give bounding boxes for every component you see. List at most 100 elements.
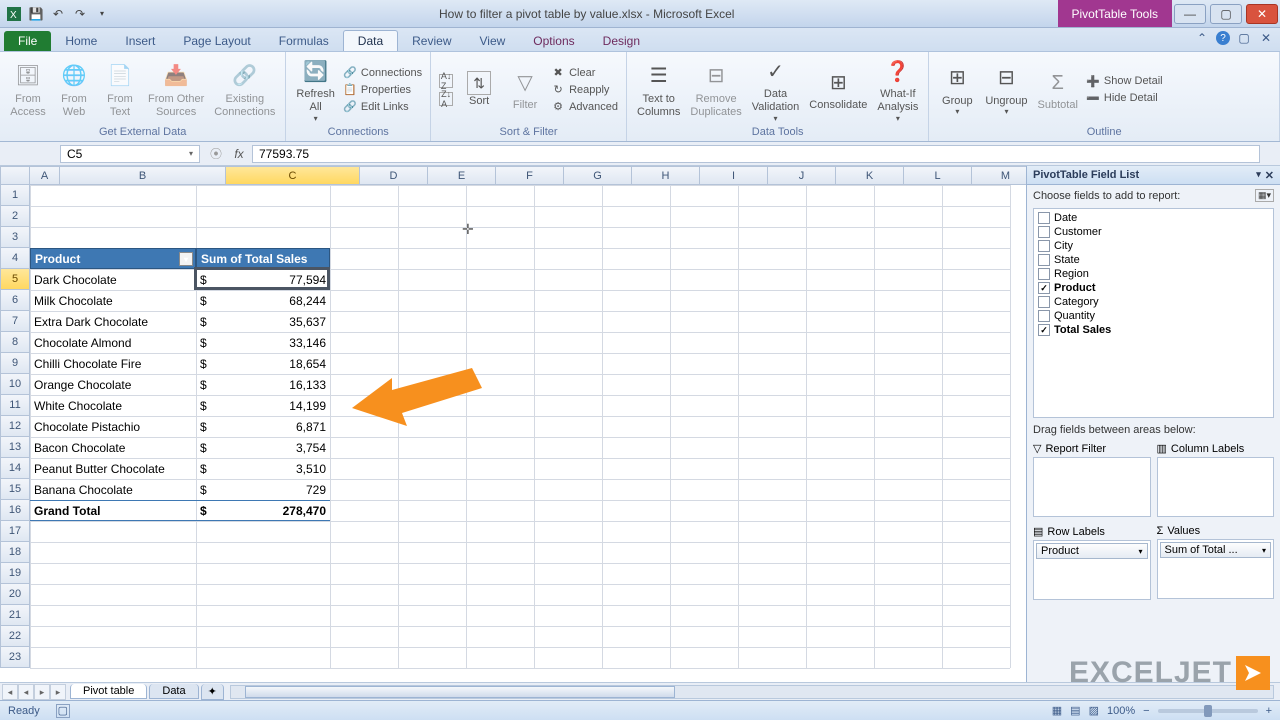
save-icon[interactable]: 💾: [26, 4, 46, 24]
tab-design[interactable]: Design: [589, 31, 654, 51]
clear-button[interactable]: ✖Clear: [549, 65, 620, 81]
maximize-button[interactable]: ▢: [1210, 4, 1242, 24]
field-item[interactable]: Date: [1036, 211, 1271, 225]
column-header[interactable]: A: [30, 166, 60, 185]
cell[interactable]: Chilli Chocolate Fire: [30, 353, 196, 374]
cell[interactable]: Peanut Butter Chocolate: [30, 458, 196, 479]
undo-icon[interactable]: ↶: [48, 4, 68, 24]
sheet-tab-data[interactable]: Data: [149, 684, 198, 699]
column-header[interactable]: H: [632, 166, 700, 185]
connections-button[interactable]: 🔗Connections: [341, 65, 424, 81]
minimize-ribbon-icon[interactable]: ⌃: [1194, 30, 1210, 46]
data-validation-button[interactable]: ✓Data Validation▾: [748, 54, 804, 124]
values-pill[interactable]: Sum of Total ...▾: [1160, 542, 1272, 558]
column-header[interactable]: G: [564, 166, 632, 185]
tab-home[interactable]: Home: [51, 31, 111, 51]
field-item[interactable]: State: [1036, 253, 1271, 267]
cell[interactable]: Orange Chocolate: [30, 374, 196, 395]
redo-icon[interactable]: ↷: [70, 4, 90, 24]
row-header[interactable]: 18: [0, 542, 30, 563]
cell[interactable]: 14,199: [196, 395, 330, 416]
checkbox-icon[interactable]: ✓: [1038, 324, 1050, 336]
row-header[interactable]: 8: [0, 332, 30, 353]
tab-nav[interactable]: ◂◂▸▸: [0, 684, 68, 700]
macro-record-icon[interactable]: ▢: [56, 704, 70, 718]
tab-options[interactable]: Options: [519, 31, 588, 51]
cell[interactable]: Banana Chocolate: [30, 479, 196, 500]
text-to-columns-button[interactable]: ☰Text to Columns: [633, 59, 684, 120]
row-header[interactable]: 17: [0, 521, 30, 542]
from-text-button[interactable]: 📄From Text: [98, 59, 142, 120]
cell[interactable]: 35,637: [196, 311, 330, 332]
close-workbook-icon[interactable]: ✕: [1258, 30, 1274, 46]
qat-more-icon[interactable]: ▾: [92, 4, 112, 24]
from-other-button[interactable]: 📥From Other Sources: [144, 59, 208, 120]
cell[interactable]: 77,594: [196, 269, 330, 290]
cell[interactable]: Product▾: [30, 248, 196, 269]
field-item[interactable]: ✓Total Sales: [1036, 323, 1271, 337]
sort-za-button[interactable]: Z↓A: [437, 91, 455, 107]
tab-page-layout[interactable]: Page Layout: [169, 31, 264, 51]
column-dropzone[interactable]: [1157, 457, 1275, 517]
tab-view[interactable]: View: [466, 31, 520, 51]
ungroup-button[interactable]: ⊟Ungroup▾: [981, 61, 1031, 119]
row-header[interactable]: 15: [0, 479, 30, 500]
field-item[interactable]: Category: [1036, 295, 1271, 309]
field-list-box[interactable]: DateCustomerCityStateRegion✓ProductCateg…: [1033, 208, 1274, 418]
reapply-button[interactable]: ↻Reapply: [549, 82, 620, 98]
row-header[interactable]: 22: [0, 626, 30, 647]
column-header[interactable]: B: [60, 166, 226, 185]
remove-duplicates-button[interactable]: ⊟Remove Duplicates: [686, 59, 745, 120]
zoom-in-icon[interactable]: +: [1266, 705, 1272, 717]
horizontal-scrollbar[interactable]: [230, 685, 1274, 699]
field-item[interactable]: ✓Product: [1036, 281, 1271, 295]
column-header[interactable]: C: [226, 166, 360, 185]
checkbox-icon[interactable]: ✓: [1038, 282, 1050, 294]
field-item[interactable]: Customer: [1036, 225, 1271, 239]
row-header[interactable]: 9: [0, 353, 30, 374]
cell[interactable]: White Chocolate: [30, 395, 196, 416]
view-pagebreak-icon[interactable]: ▨: [1089, 704, 1099, 717]
column-header[interactable]: D: [360, 166, 428, 185]
restore-workbook-icon[interactable]: ▢: [1236, 30, 1252, 46]
cell[interactable]: Bacon Chocolate: [30, 437, 196, 458]
tab-review[interactable]: Review: [398, 31, 465, 51]
row-header[interactable]: 7: [0, 311, 30, 332]
filter-button[interactable]: ▽Filter: [503, 65, 547, 114]
layout-options-icon[interactable]: ▦▾: [1255, 189, 1274, 202]
row-header[interactable]: 5: [0, 269, 30, 290]
zoom-slider[interactable]: [1158, 709, 1258, 713]
checkbox-icon[interactable]: [1038, 310, 1050, 322]
properties-button[interactable]: 📋Properties: [341, 82, 424, 98]
filter-dropzone[interactable]: [1033, 457, 1151, 517]
column-header[interactable]: M: [972, 166, 1026, 185]
name-box[interactable]: C5▾: [60, 145, 200, 163]
cell[interactable]: 33,146: [196, 332, 330, 353]
row-header[interactable]: 10: [0, 374, 30, 395]
cell[interactable]: 6,871: [196, 416, 330, 437]
row-header[interactable]: 2: [0, 206, 30, 227]
field-item[interactable]: Quantity: [1036, 309, 1271, 323]
row-pill[interactable]: Product▾: [1036, 543, 1148, 559]
help-icon[interactable]: ?: [1216, 31, 1230, 45]
cell[interactable]: Chocolate Pistachio: [30, 416, 196, 437]
from-web-button[interactable]: 🌐From Web: [52, 59, 96, 120]
zoom-out-icon[interactable]: −: [1143, 705, 1149, 717]
excel-icon[interactable]: X: [4, 4, 24, 24]
row-header[interactable]: 23: [0, 647, 30, 668]
cell[interactable]: Chocolate Almond: [30, 332, 196, 353]
checkbox-icon[interactable]: [1038, 254, 1050, 266]
cell[interactable]: Grand Total: [30, 500, 196, 521]
cell[interactable]: 729: [196, 479, 330, 500]
edit-links-button[interactable]: 🔗Edit Links: [341, 99, 424, 115]
row-header[interactable]: 21: [0, 605, 30, 626]
cell[interactable]: Extra Dark Chocolate: [30, 311, 196, 332]
cell[interactable]: 16,133: [196, 374, 330, 395]
fx-icon[interactable]: fx: [226, 147, 252, 161]
hide-detail-button[interactable]: ➖Hide Detail: [1084, 90, 1165, 106]
row-header[interactable]: 16: [0, 500, 30, 521]
existing-connections-button[interactable]: 🔗Existing Connections: [210, 59, 279, 120]
row-header[interactable]: 19: [0, 563, 30, 584]
file-tab[interactable]: File: [4, 31, 51, 51]
cell[interactable]: Sum of Total Sales: [196, 248, 330, 269]
